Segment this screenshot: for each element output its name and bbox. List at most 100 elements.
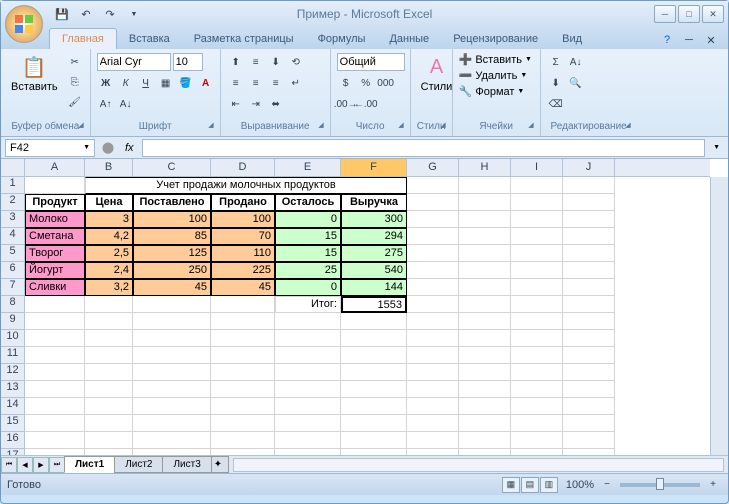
cell[interactable] (407, 432, 459, 449)
row-header-14[interactable]: 14 (1, 398, 24, 415)
help-icon[interactable]: ? (658, 31, 676, 49)
row-header-4[interactable]: 4 (1, 228, 24, 245)
zoom-level[interactable]: 100% (566, 479, 594, 491)
tab-home[interactable]: Главная (49, 28, 117, 49)
cell[interactable]: Выручка (341, 194, 407, 211)
cell[interactable]: 70 (211, 228, 275, 245)
cell[interactable] (407, 177, 459, 194)
cell[interactable] (85, 313, 133, 330)
cell[interactable]: 300 (341, 211, 407, 228)
cell[interactable] (459, 211, 511, 228)
cell[interactable] (563, 262, 615, 279)
cell[interactable] (275, 330, 341, 347)
cell[interactable] (341, 364, 407, 381)
cell[interactable] (211, 364, 275, 381)
merge-icon[interactable]: ⬌ (267, 95, 285, 113)
row-header-15[interactable]: 15 (1, 415, 24, 432)
cell[interactable] (133, 364, 211, 381)
tab-formulas[interactable]: Формулы (306, 29, 378, 49)
cell[interactable]: 125 (133, 245, 211, 262)
cell[interactable] (511, 415, 563, 432)
col-header-B[interactable]: B (85, 159, 133, 176)
cell[interactable] (85, 330, 133, 347)
col-header-C[interactable]: C (133, 159, 211, 176)
cell[interactable]: Сметана (25, 228, 85, 245)
format-painter-icon[interactable]: 🖌 (66, 93, 84, 111)
sheet-tab-3[interactable]: Лист3 (162, 456, 211, 473)
cell[interactable] (511, 449, 563, 455)
cell[interactable] (211, 296, 275, 313)
cell[interactable] (563, 211, 615, 228)
cell[interactable] (563, 296, 615, 313)
cell[interactable] (407, 194, 459, 211)
select-all-corner[interactable] (1, 159, 25, 177)
row-header-13[interactable]: 13 (1, 381, 24, 398)
row-header-8[interactable]: 8 (1, 296, 24, 313)
cell[interactable] (133, 313, 211, 330)
cell[interactable]: 3 (85, 211, 133, 228)
cell[interactable] (133, 381, 211, 398)
cell[interactable] (459, 177, 511, 194)
cell[interactable] (341, 381, 407, 398)
cell[interactable]: 0 (275, 211, 341, 228)
col-header-E[interactable]: E (275, 159, 341, 176)
orientation-icon[interactable]: ⟲ (287, 53, 305, 71)
cell[interactable] (341, 398, 407, 415)
minimize-button[interactable]: ─ (654, 5, 676, 23)
cell[interactable]: 100 (211, 211, 275, 228)
cell[interactable]: Учет продажи молочных продуктов (85, 177, 407, 194)
close-button[interactable]: ✕ (702, 5, 724, 23)
copy-icon[interactable]: ⎘ (66, 73, 84, 91)
cell[interactable] (563, 432, 615, 449)
cell[interactable] (341, 432, 407, 449)
cell[interactable] (25, 364, 85, 381)
paste-button[interactable]: 📋 Вставить (7, 53, 62, 95)
font-color-button[interactable]: A (197, 74, 215, 92)
col-header-F[interactable]: F (341, 159, 407, 176)
decrease-decimal-icon[interactable]: ←.00 (357, 95, 375, 113)
row-header-17[interactable]: 17 (1, 449, 24, 455)
cell[interactable]: 2,5 (85, 245, 133, 262)
cell[interactable] (275, 432, 341, 449)
formula-input[interactable] (142, 139, 706, 157)
cell[interactable] (511, 364, 563, 381)
cell[interactable]: 294 (341, 228, 407, 245)
cell[interactable] (275, 398, 341, 415)
cell[interactable] (85, 449, 133, 455)
cell[interactable]: Йогурт (25, 262, 85, 279)
cell[interactable] (407, 330, 459, 347)
cell[interactable]: 4,2 (85, 228, 133, 245)
cell[interactable]: 225 (211, 262, 275, 279)
cell[interactable] (133, 398, 211, 415)
normal-view-button[interactable]: ▦ (502, 477, 520, 493)
cell[interactable] (275, 364, 341, 381)
row-header-7[interactable]: 7 (1, 279, 24, 296)
cell[interactable] (407, 364, 459, 381)
vertical-scrollbar[interactable] (710, 177, 728, 455)
cell[interactable]: 15 (275, 228, 341, 245)
cell[interactable] (25, 347, 85, 364)
ribbon-minimize-icon[interactable]: ─ (680, 31, 698, 49)
cell[interactable] (459, 296, 511, 313)
zoom-out-button[interactable]: − (598, 476, 616, 494)
cell[interactable]: Итог: (275, 296, 341, 313)
cell[interactable] (563, 177, 615, 194)
cell[interactable]: Молоко (25, 211, 85, 228)
clear-icon[interactable]: ⌫ (547, 95, 565, 113)
font-name-combo[interactable] (97, 53, 171, 71)
row-header-1[interactable]: 1 (1, 177, 24, 194)
row-header-11[interactable]: 11 (1, 347, 24, 364)
cell[interactable] (275, 347, 341, 364)
row-header-12[interactable]: 12 (1, 364, 24, 381)
cell[interactable] (563, 415, 615, 432)
cell[interactable]: 144 (341, 279, 407, 296)
cell[interactable] (459, 381, 511, 398)
wrap-text-icon[interactable]: ↵ (287, 74, 305, 92)
cell[interactable] (459, 347, 511, 364)
cancel-formula-icon[interactable]: ⬤ (99, 141, 117, 154)
cell[interactable] (563, 313, 615, 330)
cell[interactable] (407, 296, 459, 313)
cell[interactable] (211, 313, 275, 330)
cell[interactable] (511, 381, 563, 398)
fx-icon[interactable]: fx (121, 142, 138, 154)
